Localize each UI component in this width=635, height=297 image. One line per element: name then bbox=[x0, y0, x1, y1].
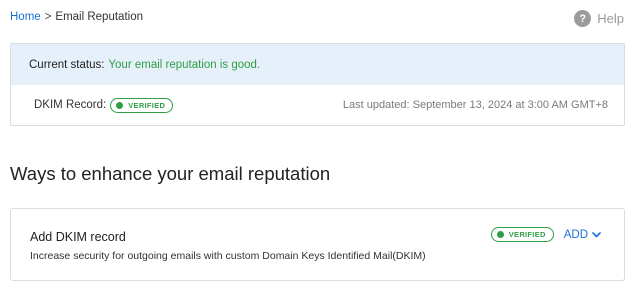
help-circle-icon: ? bbox=[574, 10, 592, 27]
breadcrumb: Home > Email Reputation bbox=[10, 11, 143, 23]
add-dkim-button[interactable]: ADD bbox=[564, 229, 601, 241]
method-badge-label: VERIFIED bbox=[508, 230, 546, 239]
dkim-badge-label: VERIFIED bbox=[128, 100, 166, 110]
dkim-record: DKIM Record: VERIFIED bbox=[34, 97, 174, 113]
status-value: Your email reputation is good. bbox=[108, 58, 261, 71]
status-label: Current status: bbox=[29, 58, 105, 71]
help-link[interactable]: ? Help bbox=[574, 10, 624, 27]
breadcrumb-home-link[interactable]: Home bbox=[10, 11, 41, 23]
method-title: Add DKIM record bbox=[30, 230, 126, 244]
dkim-record-label: DKIM Record: bbox=[34, 99, 107, 111]
verified-dot-icon bbox=[116, 101, 124, 109]
last-updated: Last updated: September 13, 2024 at 3:00… bbox=[342, 99, 608, 111]
status-banner: Current status: Your email reputation is… bbox=[11, 44, 624, 85]
chevron-down-icon bbox=[592, 231, 601, 238]
method-actions: VERIFIED ADD bbox=[490, 227, 601, 242]
breadcrumb-separator: > bbox=[44, 11, 52, 23]
breadcrumb-current: Email Reputation bbox=[55, 11, 143, 23]
add-button-label: ADD bbox=[563, 228, 588, 241]
help-label: Help bbox=[597, 11, 624, 26]
status-card: Current status: Your email reputation is… bbox=[10, 43, 625, 126]
section-title: Ways to enhance your email reputation bbox=[10, 163, 331, 184]
dkim-verified-badge: VERIFIED bbox=[110, 97, 174, 113]
method-card-dkim: Add DKIM record Increase security for ou… bbox=[10, 208, 625, 281]
method-verified-badge: VERIFIED bbox=[490, 227, 554, 242]
method-description: Increase security for outgoing emails wi… bbox=[30, 250, 426, 262]
status-details: DKIM Record: VERIFIED Last updated: Sept… bbox=[11, 85, 624, 125]
verified-dot-icon bbox=[496, 231, 504, 238]
